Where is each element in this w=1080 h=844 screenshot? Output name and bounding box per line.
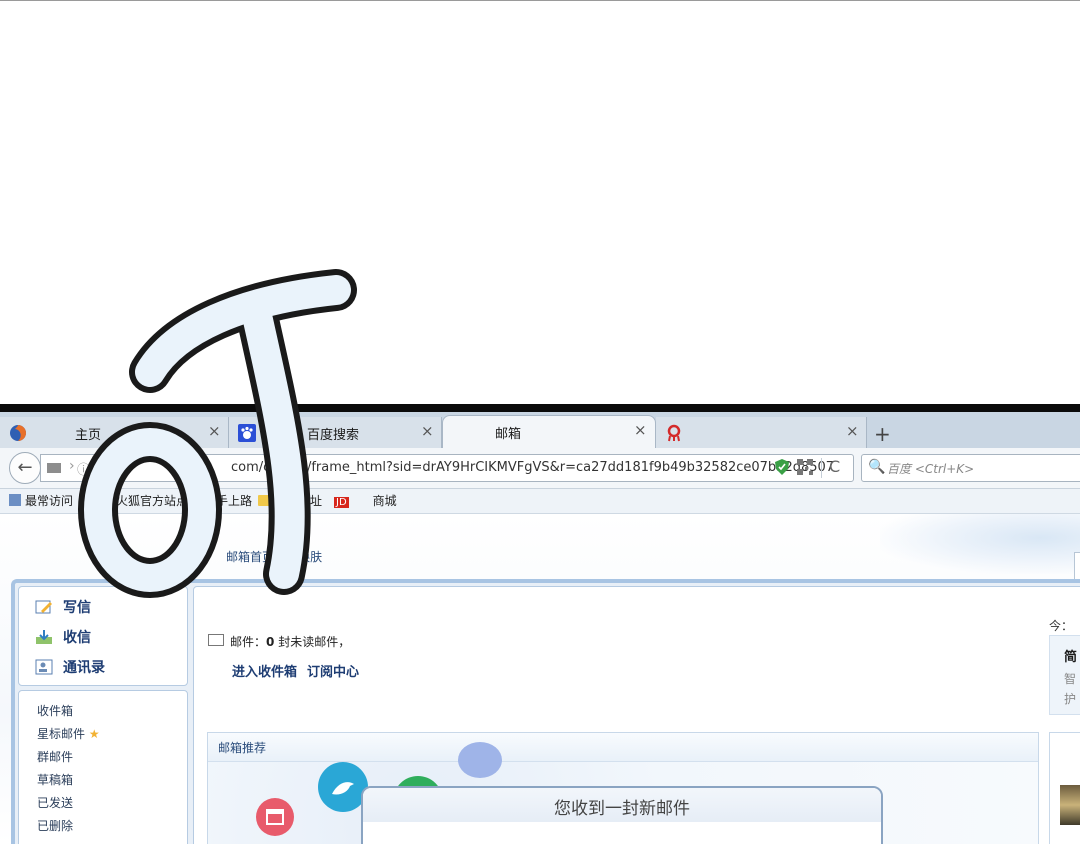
folder-icon — [258, 495, 270, 506]
bookmark-label: 新手上路 — [204, 494, 253, 508]
folder-deleted[interactable]: 已删除 — [37, 817, 73, 834]
tab-label: 主页 — [75, 428, 102, 443]
bookmark-label: 火狐官方站点 — [116, 494, 189, 508]
calendar-app-icon[interactable] — [256, 798, 294, 836]
app-logo-icon — [667, 424, 681, 442]
close-icon[interactable]: × — [846, 422, 859, 440]
mail-links: 进入收件箱 订阅中心 — [232, 661, 369, 680]
screenshot: 主页 × 百度搜索 × 邮箱 × × + › ⓘ com/cgi-bin/fra… — [0, 0, 1080, 844]
calendar-icon — [266, 809, 284, 825]
folder-list: 收件箱 星标邮件 ★ 群邮件 草稿箱 已发送 已删除 — [18, 690, 188, 844]
tab-label: 百度搜索 — [307, 428, 360, 443]
side-promo-card[interactable]: 简 智 护 — [1049, 635, 1080, 715]
subscription-center-link[interactable]: 订阅中心 — [307, 665, 359, 680]
firefox-icon — [10, 425, 26, 441]
navigation-bar: › ⓘ com/cgi-bin/frame_html?sid=drAY9HrCI… — [0, 448, 1080, 489]
qr-code-icon[interactable] — [797, 459, 813, 475]
open-inbox-link[interactable]: 进入收件箱 — [232, 665, 297, 680]
mail-top-nav: 邮箱首页 | 换肤 — [226, 548, 332, 565]
url-bar[interactable]: › ⓘ com/cgi-bin/frame_html?sid=drAY9HrCI… — [40, 454, 854, 482]
tab-label: 邮箱 — [495, 427, 522, 442]
tab-baidu[interactable]: 百度搜索 × — [229, 417, 442, 448]
folder-sent[interactable]: 已发送 — [37, 794, 73, 811]
info-icon: ⓘ — [77, 463, 91, 478]
promo-title: 简 — [1064, 650, 1078, 665]
status-label: 邮件： — [230, 635, 267, 649]
close-icon[interactable]: × — [208, 422, 221, 440]
mail-status: 邮件：0 封未读邮件， — [208, 633, 350, 650]
chevron-right-icon: › — [69, 458, 75, 474]
folder-label: 星标邮件 — [37, 727, 86, 741]
top-divider — [0, 0, 1080, 1]
inbox-download-icon — [36, 630, 52, 644]
url-text[interactable]: com/cgi-bin/frame_html?sid=drAY9HrCIKMVF… — [231, 460, 834, 475]
cloud-banner — [880, 514, 1080, 574]
bookmark-getting-started[interactable]: 新手上路 — [204, 492, 252, 509]
bookmarks-bar: 最常访问 火狐官方站点 新手上路 常用网址 JD 商城 — [0, 489, 1080, 514]
search-placeholder: 百度 <Ctrl+K> — [887, 462, 975, 476]
contacts-button[interactable]: 通讯录 — [35, 657, 105, 677]
envelope-icon — [208, 634, 224, 646]
blue-app-icon[interactable] — [458, 742, 502, 778]
jd-logo-icon: JD — [334, 497, 349, 508]
bookmark-label: 最常访问 — [25, 494, 74, 508]
baidu-paw-icon — [238, 424, 256, 442]
contacts-icon — [35, 659, 53, 675]
bookmark-firefox-site[interactable]: 火狐官方站点 — [116, 492, 188, 509]
folder-starred[interactable]: 星标邮件 ★ — [37, 725, 100, 742]
shield-icon — [775, 459, 789, 475]
action-label: 写信 — [63, 600, 91, 616]
notification-header: 您收到一封新邮件 — [363, 788, 881, 822]
browser-window: 主页 × 百度搜索 × 邮箱 × × + › ⓘ com/cgi-bin/fra… — [0, 404, 1080, 844]
divider — [821, 458, 822, 478]
bookmark-most-visited[interactable]: 最常访问 — [8, 492, 73, 509]
back-button[interactable]: ← — [9, 452, 41, 484]
star-icon: ★ — [88, 727, 100, 741]
window-frame-top — [0, 404, 1080, 412]
new-mail-notification[interactable]: 您收到一封新邮件 — [361, 786, 883, 844]
reload-icon[interactable]: C — [829, 457, 840, 476]
new-tab-button[interactable]: + — [874, 422, 891, 446]
tab-home[interactable]: 主页 × — [0, 417, 229, 448]
receive-button[interactable]: 收信 — [35, 627, 91, 647]
nav-separator: | — [284, 550, 289, 564]
compose-button[interactable]: 写信 — [35, 597, 91, 617]
side-panel — [1049, 732, 1080, 844]
bookmark-jd-mall[interactable]: JD 商城 — [334, 492, 397, 509]
bookmark-label: 商城 — [372, 494, 397, 508]
bookmark-folder-icon — [9, 494, 21, 506]
tab-other[interactable]: × — [656, 417, 867, 448]
close-icon[interactable]: × — [634, 421, 647, 439]
change-skin-link[interactable]: 换肤 — [298, 550, 322, 564]
user-box[interactable] — [1074, 552, 1080, 580]
quick-actions: 写信 收信 通讯录 — [18, 586, 188, 686]
bookmark-common-sites[interactable]: 常用网址 — [257, 492, 322, 509]
folder-group[interactable]: 群邮件 — [37, 748, 73, 765]
folder-inbox[interactable]: 收件箱 — [37, 702, 73, 719]
bookmark-label: 常用网址 — [274, 494, 323, 508]
pencil-icon — [35, 600, 52, 614]
promo-line: 护 — [1064, 692, 1077, 706]
status-suffix: 封未读邮件， — [274, 635, 351, 649]
recommendation-header: 邮箱推荐 — [208, 733, 1038, 762]
search-icon: 🔍 — [868, 459, 886, 475]
today-label: 今： — [1049, 619, 1074, 633]
notification-title: 您收到一封新邮件 — [554, 799, 690, 819]
folder-drafts[interactable]: 草稿箱 — [37, 771, 73, 788]
search-input[interactable]: 🔍 百度 <Ctrl+K> — [861, 454, 1080, 482]
thumbnail-image[interactable] — [1060, 785, 1080, 825]
mail-home-link[interactable]: 邮箱首页 — [226, 550, 274, 564]
action-label: 收信 — [63, 630, 91, 646]
action-label: 通讯录 — [63, 660, 105, 676]
recommendation-title: 邮箱推荐 — [218, 741, 267, 755]
close-icon[interactable]: × — [421, 422, 434, 440]
promo-line: 智 — [1064, 672, 1077, 686]
tab-strip: 主页 × 百度搜索 × 邮箱 × × + — [0, 412, 1080, 450]
page-info-icon — [47, 463, 61, 473]
tab-mail[interactable]: 邮箱 × — [442, 415, 656, 450]
